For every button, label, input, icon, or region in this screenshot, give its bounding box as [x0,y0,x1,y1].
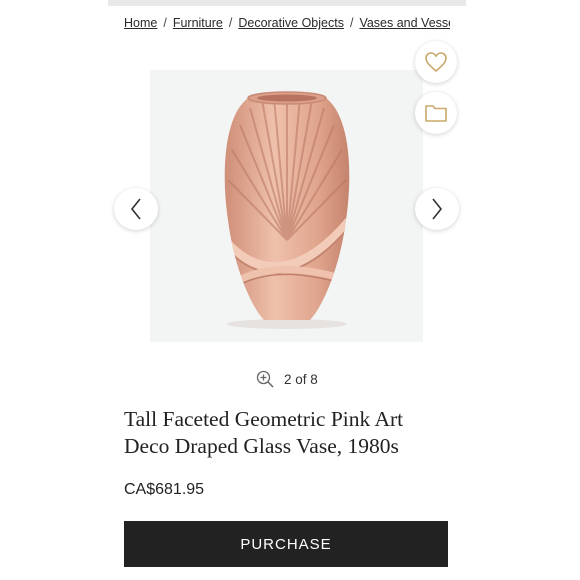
breadcrumb-furniture[interactable]: Furniture [173,16,223,30]
heart-icon [425,52,447,73]
image-counter-text: 2 of 8 [284,371,318,387]
chevron-left-icon [130,198,141,220]
breadcrumb-vases-and-vessels[interactable]: Vases and Vessels [359,16,450,30]
chevron-right-icon [432,198,443,220]
image-counter: 2 of 8 [256,370,318,388]
zoom-in-icon[interactable] [256,370,274,388]
previous-image-button[interactable] [114,188,158,230]
breadcrumb-separator: / [228,16,233,30]
add-to-collection-button[interactable] [415,92,457,134]
next-image-button[interactable] [415,188,459,230]
breadcrumb-separator: / [349,16,354,30]
breadcrumb: Home / Furniture / Decorative Objects / Vases … [124,16,450,34]
breadcrumb-separator: / [163,16,167,30]
breadcrumb-home[interactable]: Home [124,16,157,30]
purchase-button[interactable]: PURCHASE [124,521,448,567]
folder-icon [425,105,447,122]
product-price: CA$681.95 [124,481,205,498]
product-title: Tall Faceted Geometric Pink Art Deco Dra… [124,407,404,458]
product-image[interactable] [150,70,423,342]
header-strip [108,0,466,6]
breadcrumb-decorative-objects[interactable]: Decorative Objects [238,16,344,30]
vase-illustration [224,91,350,329]
favorite-button[interactable] [415,41,457,83]
